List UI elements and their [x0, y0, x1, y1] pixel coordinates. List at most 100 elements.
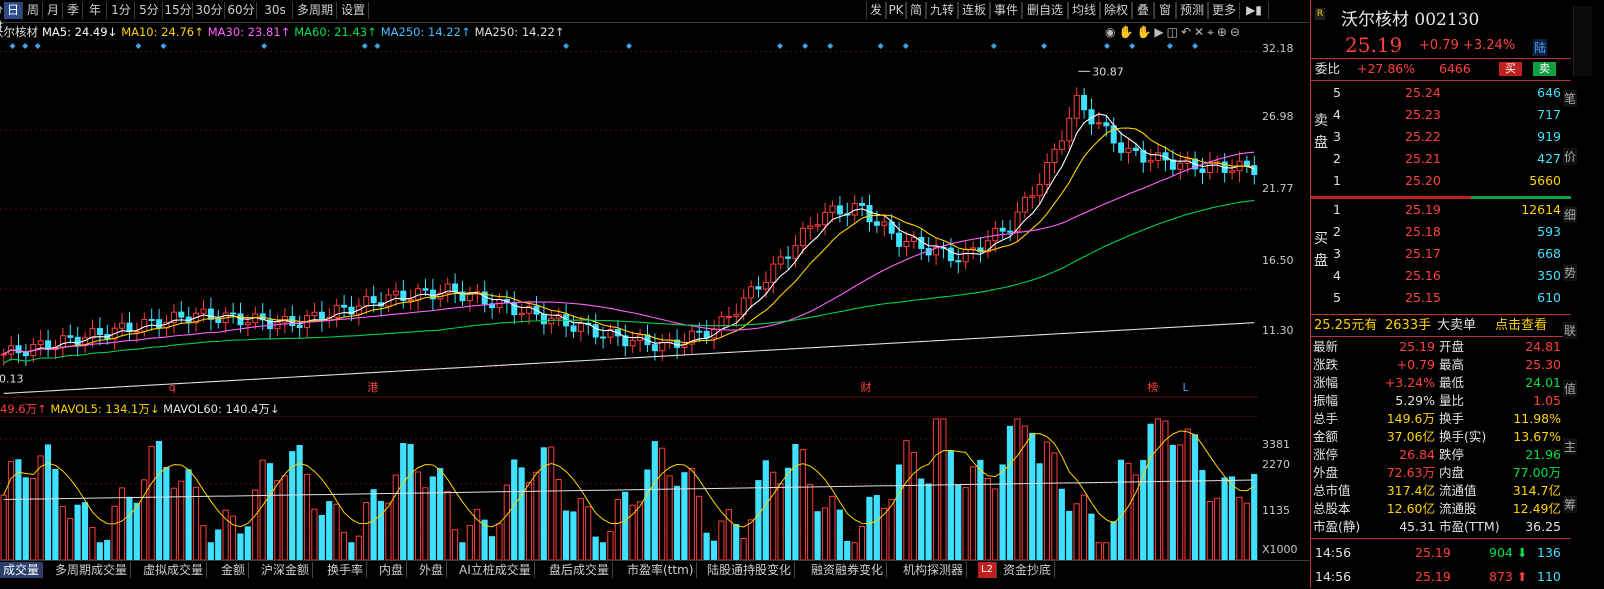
indicator-tab-9[interactable]: 盘后成交量: [546, 562, 614, 578]
event-diamond[interactable]: [902, 43, 909, 49]
indicator-tab-6[interactable]: 内盘: [376, 562, 408, 578]
period-tab-10[interactable]: 60分: [226, 2, 257, 19]
tool-btn-6[interactable]: 删自选: [1022, 2, 1068, 19]
stat-label: 涨幅: [1313, 375, 1339, 390]
period-tab-7[interactable]: 5分: [136, 2, 163, 19]
event-diamond[interactable]: [1166, 43, 1173, 49]
tool-btn-3[interactable]: 九转: [926, 2, 958, 19]
event-diamond[interactable]: [827, 43, 834, 49]
asks-level-1[interactable]: 1 25.20 5660: [1311, 172, 1561, 190]
period-tab-9[interactable]: 30分: [194, 2, 225, 19]
event-mark-4[interactable]: L: [1183, 381, 1190, 394]
asks-level-2[interactable]: 2 25.21 427: [1311, 150, 1561, 168]
side-tab-4[interactable]: 联: [1563, 322, 1577, 339]
event-diamond[interactable]: [776, 43, 783, 49]
side-tab-1[interactable]: 价: [1563, 148, 1577, 165]
side-tab-7[interactable]: 筹: [1563, 496, 1577, 513]
event-diamond[interactable]: [1192, 43, 1199, 49]
indicator-tab-13[interactable]: 机构探测器: [900, 562, 968, 578]
period-tab-8[interactable]: 15分: [164, 2, 193, 19]
bids-level-5[interactable]: 5 25.15 610: [1311, 289, 1561, 307]
indicator-tab-2[interactable]: 虚拟成交量: [140, 562, 208, 578]
event-mark-0[interactable]: q: [169, 381, 176, 394]
volume-chart[interactable]: [0, 416, 1258, 560]
indicator-tab-15[interactable]: 资金抄底: [1000, 562, 1056, 578]
asks-level-5[interactable]: 5 25.24 646: [1311, 84, 1561, 102]
event-diamond[interactable]: [802, 43, 809, 49]
event-diamond[interactable]: [261, 43, 268, 49]
indicator-tab-0[interactable]: 成交量: [0, 562, 44, 578]
tool-btn-2[interactable]: 简: [906, 2, 926, 19]
side-tab-5[interactable]: 值: [1563, 380, 1577, 397]
event-diamond[interactable]: [1041, 43, 1048, 49]
side-tab-0[interactable]: 笔: [1563, 90, 1577, 107]
indicator-tab-1[interactable]: 多周期成交量: [52, 562, 132, 578]
event-diamond[interactable]: [990, 43, 997, 49]
volume-bar: [451, 529, 459, 560]
tool-btn-11[interactable]: 预测: [1176, 2, 1208, 19]
period-tab-6[interactable]: 1分: [108, 2, 135, 19]
bids-level-3[interactable]: 3 25.17 668: [1311, 245, 1561, 263]
bids-level-1[interactable]: 1 25.19 12614: [1311, 201, 1561, 219]
period-tab-12[interactable]: 多周期: [294, 2, 337, 19]
side-tab-2[interactable]: 细: [1563, 206, 1577, 223]
event-mark-3[interactable]: 榜: [1147, 380, 1158, 394]
event-diamond[interactable]: [563, 43, 570, 49]
candle-body: [1118, 142, 1125, 153]
tool-btn-8[interactable]: 除权: [1100, 2, 1132, 19]
tool-btn-10[interactable]: 窗: [1154, 2, 1176, 19]
period-tab-1[interactable]: 日: [4, 2, 23, 19]
event-diamond[interactable]: [877, 43, 884, 49]
event-diamond[interactable]: [22, 43, 29, 49]
event-diamond[interactable]: [34, 43, 41, 49]
stat-value: 72.63万: [1386, 465, 1435, 480]
event-diamond[interactable]: [361, 43, 368, 49]
bids-level-2[interactable]: 2 25.18 593: [1311, 223, 1561, 241]
side-tab-3[interactable]: 势: [1563, 264, 1577, 281]
indicator-tab-4[interactable]: 沪深金额: [258, 562, 314, 578]
volume-bar: [636, 501, 644, 560]
buy-button[interactable]: 买: [1499, 62, 1522, 76]
period-tab-2[interactable]: 周: [24, 2, 43, 19]
asks-level-3[interactable]: 3 25.22 919: [1311, 128, 1561, 146]
tool-btn-12[interactable]: 更多: [1208, 2, 1240, 19]
tool-btn-5[interactable]: 事件: [990, 2, 1022, 19]
indicator-tab-5[interactable]: 换手率: [324, 562, 368, 578]
sell-button[interactable]: 卖: [1533, 62, 1556, 76]
period-tab-3[interactable]: 月: [44, 2, 63, 19]
bigorder-view-link[interactable]: 点击查看: [1495, 317, 1547, 335]
tool-btn-0[interactable]: 发: [866, 2, 886, 19]
side-tab-6[interactable]: 主: [1563, 438, 1577, 455]
indicator-tab-8[interactable]: AI立桩成交量: [456, 562, 535, 578]
period-tab-4[interactable]: 季: [64, 2, 83, 19]
event-mark-2[interactable]: 财: [860, 380, 871, 394]
event-diamond[interactable]: [135, 43, 142, 49]
volume-bar: [200, 525, 207, 560]
kline-chart[interactable]: 30.87 10.13 q 港 财 榜 L: [0, 36, 1258, 398]
event-diamond[interactable]: [1104, 43, 1111, 49]
volume-bar: [844, 540, 851, 560]
tool-btn-4[interactable]: 连板: [958, 2, 990, 19]
volume-bar: [703, 532, 710, 560]
indicator-tab-11[interactable]: 陆股通持股变化: [704, 562, 796, 578]
tool-btn-7[interactable]: 均线: [1068, 2, 1100, 19]
period-tab-13[interactable]: 设置: [338, 2, 369, 19]
period-tab-5[interactable]: 年: [84, 2, 107, 19]
tool-btn-9[interactable]: 叠: [1132, 2, 1154, 19]
indicator-tab-3[interactable]: 金额: [218, 562, 250, 578]
period-tab-11[interactable]: 30s: [258, 2, 293, 19]
event-diamond[interactable]: [160, 43, 167, 49]
asks-level-4[interactable]: 4 25.23 717: [1311, 106, 1561, 124]
indicator-tab-14[interactable]: L2: [978, 562, 997, 578]
event-diamond[interactable]: [374, 43, 381, 49]
indicator-tab-12[interactable]: 融资融券变化: [808, 562, 888, 578]
expand-icon[interactable]: ▶▮: [1240, 2, 1269, 19]
indicator-tab-10[interactable]: 市盈率(ttm): [624, 562, 698, 578]
event-diamond[interactable]: [9, 43, 16, 49]
indicator-tab-7[interactable]: 外盘: [416, 562, 448, 578]
event-diamond[interactable]: [1129, 43, 1136, 49]
event-diamond[interactable]: [626, 43, 632, 49]
tool-btn-1[interactable]: PK: [886, 2, 906, 19]
event-mark-1[interactable]: 港: [367, 381, 378, 394]
bids-level-4[interactable]: 4 25.16 350: [1311, 267, 1561, 285]
